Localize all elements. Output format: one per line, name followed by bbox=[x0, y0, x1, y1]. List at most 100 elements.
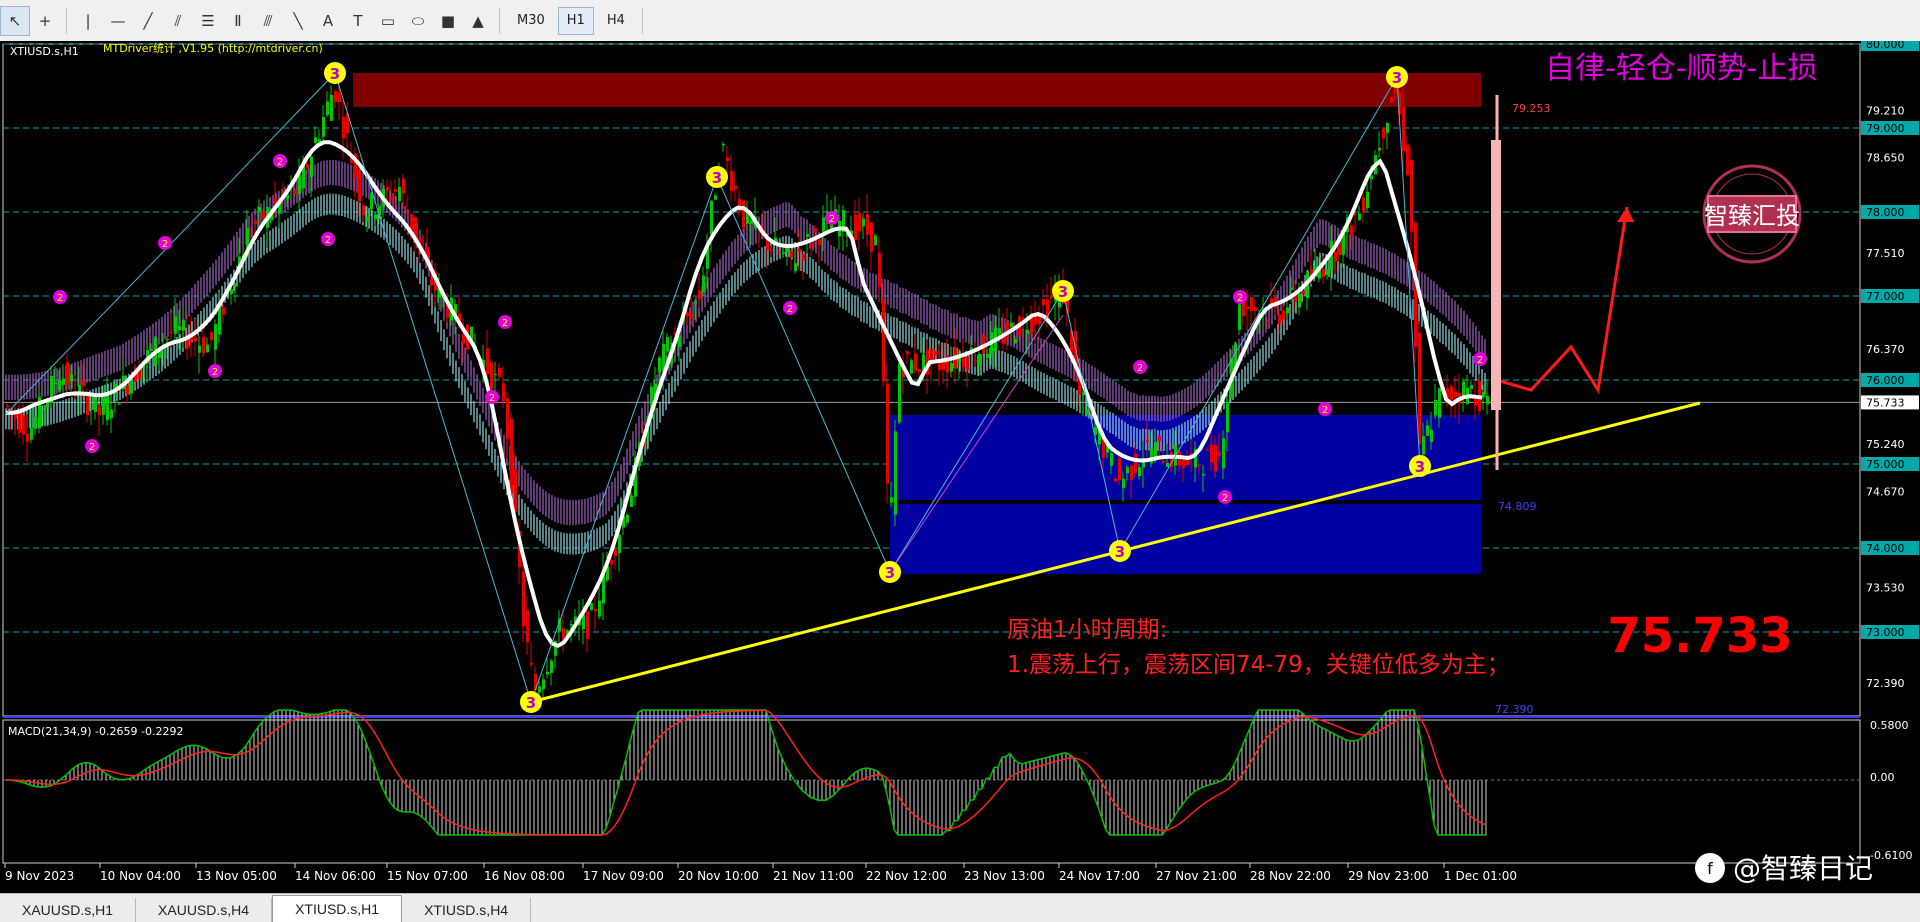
candle-body bbox=[1426, 425, 1429, 436]
candle-body bbox=[210, 331, 213, 341]
candle-body bbox=[514, 469, 517, 512]
fibonacci-fan-icon[interactable]: ⫻ bbox=[253, 6, 283, 36]
candle-body bbox=[730, 171, 733, 192]
candle-body bbox=[126, 385, 129, 394]
equidistant-channel-icon[interactable]: ⫽ bbox=[163, 6, 193, 36]
timeframe-h1-button[interactable]: H1 bbox=[557, 6, 594, 35]
candle-body bbox=[974, 360, 977, 362]
candle-body bbox=[526, 610, 529, 643]
fibonacci-retracement-icon[interactable]: ☰ bbox=[193, 6, 223, 36]
tab-xtiusd-h4[interactable]: XTIUSD.s,H4 bbox=[402, 898, 532, 922]
candle-body bbox=[1354, 213, 1357, 216]
timeframe-m30-button[interactable]: M30 bbox=[508, 7, 554, 35]
candle-body bbox=[1350, 225, 1353, 236]
wave-marker-number: 2 bbox=[502, 318, 508, 329]
wave-marker-number: 2 bbox=[325, 235, 331, 246]
toolbar-separator bbox=[499, 7, 500, 34]
candle-body bbox=[330, 95, 333, 121]
candle-body bbox=[298, 174, 301, 194]
price-axis-label: 77.510 bbox=[1866, 247, 1905, 260]
candle-body bbox=[694, 301, 697, 304]
candle-body bbox=[22, 415, 25, 435]
candle-body bbox=[1158, 435, 1161, 441]
rectangle-label-icon[interactable]: ▭ bbox=[373, 6, 403, 36]
candle-body bbox=[778, 251, 781, 253]
candle-body bbox=[54, 382, 57, 385]
candle-body bbox=[1382, 127, 1385, 139]
candle-body bbox=[206, 344, 209, 353]
wave-marker-number: 3 bbox=[885, 564, 895, 582]
text-label-tool-icon[interactable]: T bbox=[343, 6, 373, 36]
text-tool-icon[interactable]: A bbox=[313, 6, 343, 36]
supply-zone bbox=[353, 73, 1481, 107]
candle-body bbox=[862, 218, 865, 227]
candle-body bbox=[870, 222, 873, 252]
time-axis-label: 16 Nov 08:00 bbox=[484, 869, 565, 883]
candle-body bbox=[406, 210, 409, 213]
candle-body bbox=[722, 143, 725, 146]
demand-zone-lower bbox=[890, 504, 1481, 574]
candle-body bbox=[1434, 399, 1437, 416]
candle-body bbox=[878, 252, 881, 287]
triangle-tool-icon[interactable]: ▲ bbox=[463, 6, 493, 36]
candle-body bbox=[1298, 293, 1301, 308]
tab-xtiusd-h1[interactable]: XTIUSD.s,H1 bbox=[272, 895, 403, 922]
wave-marker-number: 3 bbox=[1392, 69, 1402, 87]
candle-body bbox=[66, 362, 69, 386]
candle-body bbox=[1326, 269, 1329, 275]
candle-body bbox=[490, 362, 493, 390]
crosshair-tool-icon[interactable]: + bbox=[30, 6, 60, 36]
candle-body bbox=[1438, 388, 1441, 418]
candle-body bbox=[294, 190, 297, 194]
candle-body bbox=[182, 319, 185, 331]
candle-body bbox=[322, 117, 325, 137]
tab-xauusd-h1[interactable]: XAUUSD.s,H1 bbox=[0, 898, 137, 922]
cursor-tool-icon[interactable]: ↖ bbox=[0, 5, 30, 36]
candle-body bbox=[1206, 449, 1209, 451]
candle-body bbox=[890, 497, 893, 503]
ellipse-tool-icon[interactable]: ⬭ bbox=[403, 6, 433, 36]
price-axis-label: 78.650 bbox=[1866, 151, 1905, 164]
candle-body bbox=[510, 418, 513, 494]
candle-body bbox=[802, 253, 805, 261]
candle-body bbox=[618, 534, 621, 553]
price-chart[interactable]: 3 3 3 3 3 3 3 3 2 2 2 2 2 2 2 2 2 2 2 2 2 2 2 XTIUSD.s,H1 MTDr… bbox=[0, 37, 1920, 893]
vertical-line-tool-icon[interactable]: | bbox=[73, 6, 103, 36]
chart-window[interactable]: 3 3 3 3 3 3 3 3 2 2 2 2 2 2 2 2 2 2 2 2 2 2 2 XTIUSD.s,H1 MTDr… bbox=[0, 37, 1920, 893]
box-label-lower: 74.809 bbox=[1498, 500, 1537, 513]
symbol-label: XTIUSD.s,H1 bbox=[10, 45, 79, 58]
candle-body bbox=[254, 220, 257, 224]
candle-body bbox=[1198, 464, 1201, 466]
tab-xauusd-h4[interactable]: XAUUSD.s,H4 bbox=[136, 898, 273, 922]
candle-body bbox=[906, 351, 909, 355]
rectangle-tool-icon[interactable]: ■ bbox=[433, 6, 463, 36]
candle-body bbox=[818, 239, 821, 246]
candle-body bbox=[30, 428, 33, 440]
candle-body bbox=[1470, 385, 1473, 390]
candle-body bbox=[1282, 310, 1285, 320]
candle-body bbox=[1022, 317, 1025, 319]
candle-body bbox=[1050, 295, 1053, 299]
candle-body bbox=[1134, 453, 1137, 473]
trendline-tool-icon[interactable]: ╱ bbox=[133, 6, 163, 36]
candle-body bbox=[386, 186, 389, 191]
candle-body bbox=[150, 348, 153, 351]
timeframe-h4-button[interactable]: H4 bbox=[598, 7, 634, 35]
candle-body bbox=[334, 91, 337, 102]
gann-fan-icon[interactable]: ╲ bbox=[283, 6, 313, 36]
candle-body bbox=[1110, 453, 1113, 466]
wave-marker-number: 2 bbox=[89, 442, 95, 453]
candle-body bbox=[1386, 122, 1389, 133]
candle-body bbox=[590, 603, 593, 611]
fibonacci-timezones-icon[interactable]: Ⅱ bbox=[223, 6, 253, 36]
candle-body bbox=[858, 212, 861, 232]
horizontal-line-tool-icon[interactable]: — bbox=[103, 6, 133, 36]
current-price-big: 75.733 bbox=[1607, 608, 1792, 664]
candle-body bbox=[1226, 401, 1229, 433]
candle-body bbox=[1402, 107, 1405, 152]
price-axis-label: 78.000 bbox=[1866, 206, 1905, 219]
wave-marker-number: 2 bbox=[1237, 293, 1243, 304]
candle-body bbox=[1254, 307, 1257, 312]
candle-body bbox=[626, 514, 629, 523]
candle-body bbox=[26, 433, 29, 442]
